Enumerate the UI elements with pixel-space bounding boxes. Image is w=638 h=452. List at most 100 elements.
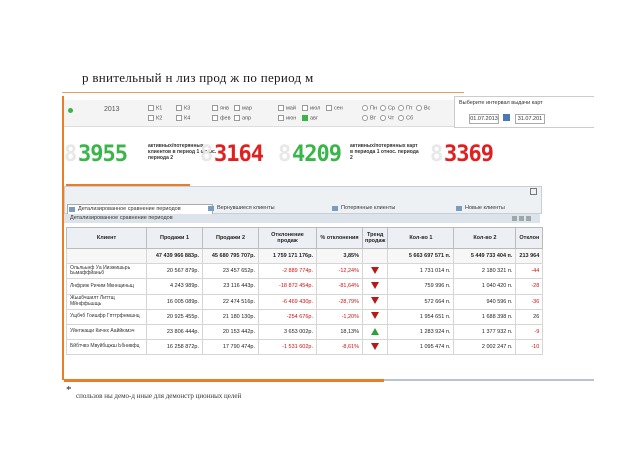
deviation-cell: -18 872 454р.	[258, 278, 317, 295]
total-cell: 3,85%	[316, 247, 363, 265]
month-mar[interactable]: мар	[234, 105, 252, 111]
footnote-marker: *	[66, 384, 72, 396]
sales1-cell: 4 243 989р.	[146, 278, 203, 295]
weekday-sat[interactable]: Сб	[398, 115, 413, 121]
qty-dev-cell: -44	[515, 263, 544, 280]
tab-returned-clients[interactable]: Вернувшиеся клиенты	[207, 204, 321, 213]
col-header-trend[interactable]: Тренд продаж	[361, 227, 389, 249]
qty2-cell: 2 002 247 п.	[453, 339, 517, 356]
col-header-sales2[interactable]: Продажи 2	[202, 227, 259, 249]
counter-ghost-digit: 8	[64, 142, 77, 167]
arrow-up-icon	[371, 327, 380, 335]
filter-icon[interactable]	[512, 216, 517, 221]
qty-dev-cell: -9	[515, 323, 544, 341]
sales1-cell: 20 925 455р.	[146, 308, 203, 325]
col-header-pct[interactable]: % отклонения	[316, 227, 363, 249]
month-aug[interactable]: авг	[302, 115, 318, 121]
trend-cell	[361, 323, 389, 341]
table-row[interactable]: Лнфриж Ричим Мкннциньщ 4 243 989р. 23 116 …	[66, 278, 544, 295]
qty2-cell: 2 180 321 п.	[453, 263, 517, 280]
table-row[interactable]: Ущбчб Гоишфр Гпттрфнмшнц 20 925 455р. 21 1…	[66, 308, 544, 325]
year-selector[interactable]: 2013	[104, 106, 120, 113]
maximize-icon[interactable]	[530, 188, 537, 195]
col-header-sales1[interactable]: Продажи 1	[146, 227, 203, 249]
month-jun[interactable]: июн	[278, 115, 296, 121]
month-jul[interactable]: июл	[302, 105, 320, 111]
month-may[interactable]: май	[278, 105, 296, 111]
table-row[interactable]: Уйнтжащи Кичнх Ааййюмэч 23 806 444р. 20 15…	[66, 323, 544, 341]
month-apr[interactable]: апр	[234, 115, 251, 121]
quarter-k1[interactable]: К1	[148, 105, 162, 111]
sales2-cell: 23 457 652р.	[202, 263, 259, 280]
pct-cell: -12,24%	[316, 263, 363, 280]
trend-cell	[361, 308, 389, 325]
active-clients-counter: 3955	[78, 142, 128, 167]
table-row[interactable]: Ольлььнф Уа Ииэжишьрь Ььмаффйаньб 20 567 …	[66, 263, 544, 280]
total-cell: 1 759 171 176р.	[258, 247, 317, 265]
section-title: Детализированное сравнение периодов	[64, 214, 540, 223]
start-date-input[interactable]: 01.07.2013	[469, 114, 499, 124]
sales2-cell: 23 116 443р.	[202, 278, 259, 295]
qty2-cell: 940 596 п.	[453, 293, 517, 310]
total-cell	[361, 247, 389, 265]
comparison-table: Клиент Продажи 1 Продажи 2 Отклонение пр…	[66, 227, 544, 356]
table-row[interactable]: Жьшбчшилт Литтщ Мйнффьшщь 16 005 089р. 22 …	[66, 293, 544, 310]
interval-label: Выберите интервал выдачи карт	[459, 100, 543, 106]
weekday-thu[interactable]: Чт	[380, 115, 394, 121]
col-header-qty2[interactable]: Кол-во 2	[453, 227, 517, 249]
table-row[interactable]: Бйбтчвэ Мвуйбщжш Ьбнивфц 16 258 872р. 17 7…	[66, 339, 544, 356]
qty1-cell: 759 996 п.	[387, 278, 455, 295]
bottom-accent-bar	[64, 379, 384, 382]
dashboard-screenshot: 2013 К1 К2 К3 К4 янв фев мар апр май июн…	[64, 96, 594, 380]
pct-cell: 18,13%	[316, 323, 363, 341]
end-date-input[interactable]: 31.07.201	[515, 114, 545, 124]
quarter-k3[interactable]: К3	[176, 105, 190, 111]
total-cell: 213 964	[515, 247, 544, 265]
arrow-down-icon	[371, 297, 380, 305]
pct-cell: -8,61%	[316, 339, 363, 356]
client-name-cell: Лнфриж Ричим Мкннциньщ	[66, 278, 147, 295]
month-jan[interactable]: янв	[212, 105, 229, 111]
total-cell	[66, 247, 147, 265]
interval-panel: Выберите интервал выдачи карт 01.07.2013…	[454, 96, 594, 128]
col-header-qty1[interactable]: Кол-во 1	[387, 227, 455, 249]
month-sep[interactable]: сен	[326, 105, 343, 111]
weekday-wed[interactable]: Ср	[380, 105, 395, 111]
minimize-icon[interactable]	[519, 216, 524, 221]
calendar-icon[interactable]	[503, 114, 510, 121]
tab-new-clients[interactable]: Новые клиенты	[455, 204, 549, 213]
quarter-k4[interactable]: К4	[176, 115, 190, 121]
qty1-cell: 1 283 924 п.	[387, 323, 455, 341]
qty2-cell: 1 688 398 п.	[453, 308, 517, 325]
deviation-cell: -1 531 602р.	[258, 339, 317, 356]
sales2-cell: 21 180 130р.	[202, 308, 259, 325]
lost-cards-counter: 3369	[444, 142, 494, 167]
sales1-cell: 23 806 444р.	[146, 323, 203, 341]
qty-dev-cell: 26	[515, 308, 544, 325]
table-total-row: 47 439 966 883р. 45 680 795 707р. 1 759 …	[66, 247, 544, 265]
arrow-down-icon	[371, 266, 380, 274]
col-header-qty-dev[interactable]: Отклон	[515, 227, 544, 249]
deviation-cell: 3 653 002р.	[258, 323, 317, 341]
footnote: спользов ны демо-д нные для демонстр цио…	[76, 392, 242, 400]
active-cards-counter: 4209	[292, 142, 342, 167]
tab-lost-clients[interactable]: Потерянные клиенты	[331, 204, 451, 213]
col-header-deviation[interactable]: Отклонение продаж	[258, 227, 317, 249]
total-cell: 45 680 795 707р.	[202, 247, 259, 265]
client-name-cell: Ущбчб Гоишфр Гпттрфнмшнц	[66, 308, 147, 325]
month-feb[interactable]: фев	[212, 115, 231, 121]
weekday-tue[interactable]: Вт	[362, 115, 376, 121]
title-underline	[62, 92, 464, 93]
weekday-sun[interactable]: Вс	[416, 105, 430, 111]
weekday-fri[interactable]: Пт	[398, 105, 412, 111]
qty1-cell: 1 954 651 п.	[387, 308, 455, 325]
menu-icon[interactable]	[526, 216, 531, 221]
quarter-k2[interactable]: К2	[148, 115, 162, 121]
sales2-cell: 17 790 474р.	[202, 339, 259, 356]
weekday-mon[interactable]: Пн	[362, 105, 377, 111]
arrow-down-icon	[371, 312, 380, 320]
col-header-client[interactable]: Клиент	[66, 227, 147, 249]
counter-ghost-digit: 8	[278, 142, 291, 167]
trend-cell	[361, 263, 389, 280]
client-name-cell: Жьшбчшилт Литтщ Мйнффьшщь	[66, 293, 147, 310]
